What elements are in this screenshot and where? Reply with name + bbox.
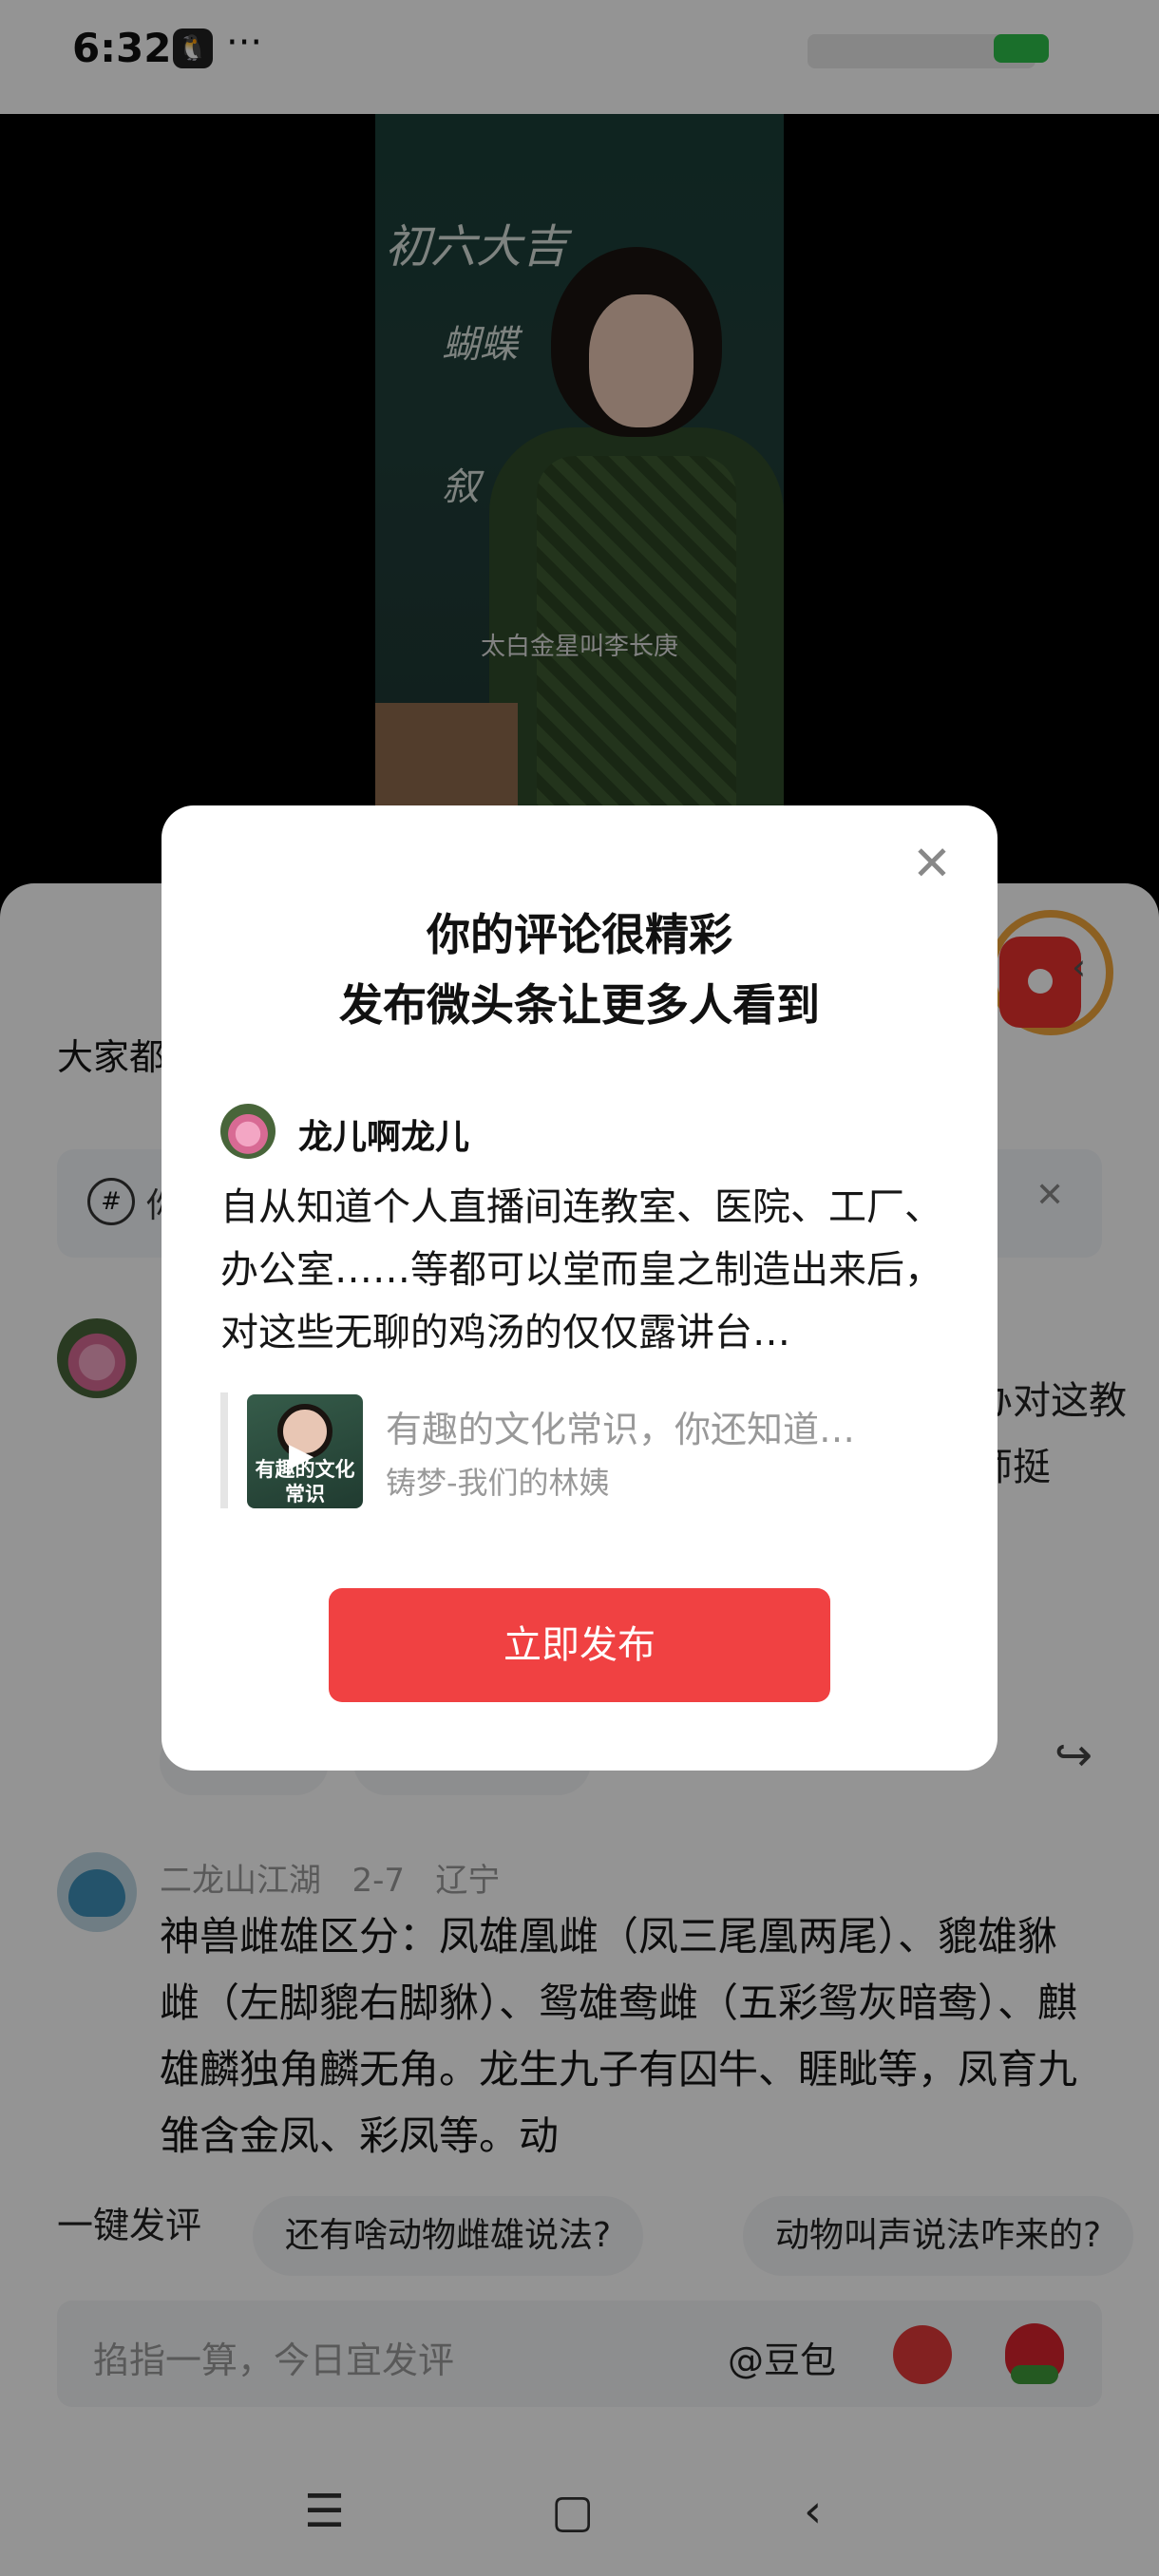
dialog-title: 你的评论很精彩 <box>427 909 732 960</box>
thumbnail-caption: 有趣的文化常识 <box>255 1458 355 1506</box>
linked-video-author: 铸梦-我们的林姨 <box>386 1465 610 1501</box>
linked-video-thumbnail[interactable]: ▶ 有趣的文化常识 <box>247 1394 363 1508</box>
quote-bar <box>220 1392 228 1508</box>
dialog-comment-text: 自从知道个人直播间连教室、医院、工厂、办公室……等都可以堂而皇之制造出来后，对这… <box>220 1185 942 1354</box>
linked-video-title[interactable]: 有趣的文化常识，你还知道… <box>386 1400 855 1452</box>
dialog-subtitle: 发布微头条让更多人看到 <box>339 979 820 1031</box>
close-icon[interactable]: ✕ <box>912 836 952 891</box>
publish-button[interactable]: 立即发布 <box>329 1588 830 1702</box>
dialog-username: 龙儿啊龙儿 <box>298 1118 470 1157</box>
avatar <box>220 1104 276 1159</box>
